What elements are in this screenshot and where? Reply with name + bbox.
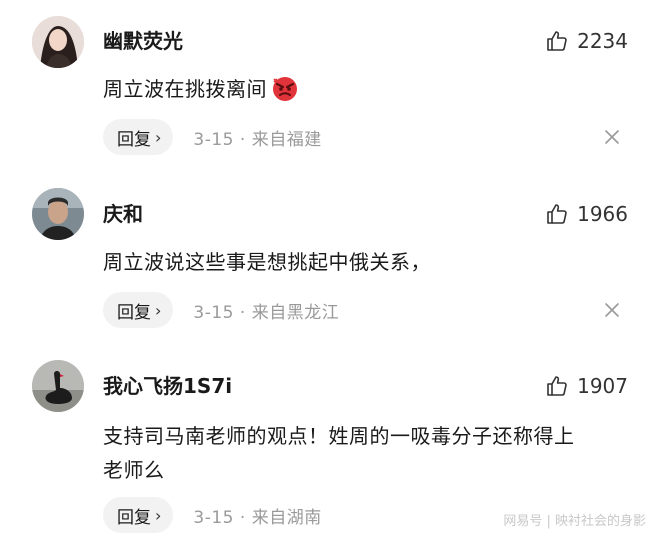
like-button[interactable]: 2234 — [545, 27, 628, 55]
comment-text: 支持司马南老师的观点！姓周的一吸毒分子还称得上 老师么 — [103, 419, 633, 487]
comment-text-line: 老师么 — [103, 458, 165, 482]
angry-face-icon — [273, 77, 297, 101]
chevron-right-icon: › — [155, 505, 162, 525]
reply-row: 回复 › 3-15 · 来自福建 — [103, 119, 322, 155]
reply-row: 回复 › 3-15 · 来自湖南 — [103, 497, 322, 533]
username[interactable]: 幽默荧光 — [103, 27, 183, 55]
thumbs-up-icon — [547, 31, 567, 51]
reply-button[interactable]: 回复 › — [103, 497, 174, 533]
comment-text: 周立波说这些事是想挑起中俄关系， — [103, 250, 431, 274]
close-icon[interactable] — [602, 127, 622, 147]
like-count: 1907 — [577, 374, 628, 398]
avatar[interactable] — [32, 16, 84, 68]
comment-meta: 3-15 · 来自黑龙江 — [193, 302, 340, 323]
comment-text: 周立波在挑拨离间 — [103, 72, 633, 106]
reply-button[interactable]: 回复 › — [103, 292, 174, 328]
watermark: 网易号 | 映衬社会的身影 — [503, 514, 646, 529]
close-icon[interactable] — [602, 300, 622, 320]
comment-meta: 3-15 · 来自福建 — [193, 129, 322, 150]
like-button[interactable]: 1907 — [545, 372, 628, 400]
chevron-right-icon: › — [155, 300, 162, 320]
avatar[interactable] — [32, 360, 84, 412]
username[interactable]: 庆和 — [103, 200, 143, 228]
like-button[interactable]: 1966 — [545, 200, 628, 228]
comment-text-line: 支持司马南老师的观点！姓周的一吸毒分子还称得上 — [103, 424, 575, 448]
chevron-right-icon: › — [155, 127, 162, 147]
avatar[interactable] — [32, 188, 84, 240]
reply-row: 回复 › 3-15 · 来自黑龙江 — [103, 292, 339, 328]
comment-meta: 3-15 · 来自湖南 — [193, 507, 322, 528]
username[interactable]: 我心飞扬1S7i — [103, 372, 232, 400]
reply-button[interactable]: 回复 › — [103, 119, 174, 155]
thumbs-up-icon — [547, 376, 567, 396]
like-count: 2234 — [577, 29, 628, 53]
thumbs-up-icon — [547, 204, 567, 224]
like-count: 1966 — [577, 202, 628, 226]
